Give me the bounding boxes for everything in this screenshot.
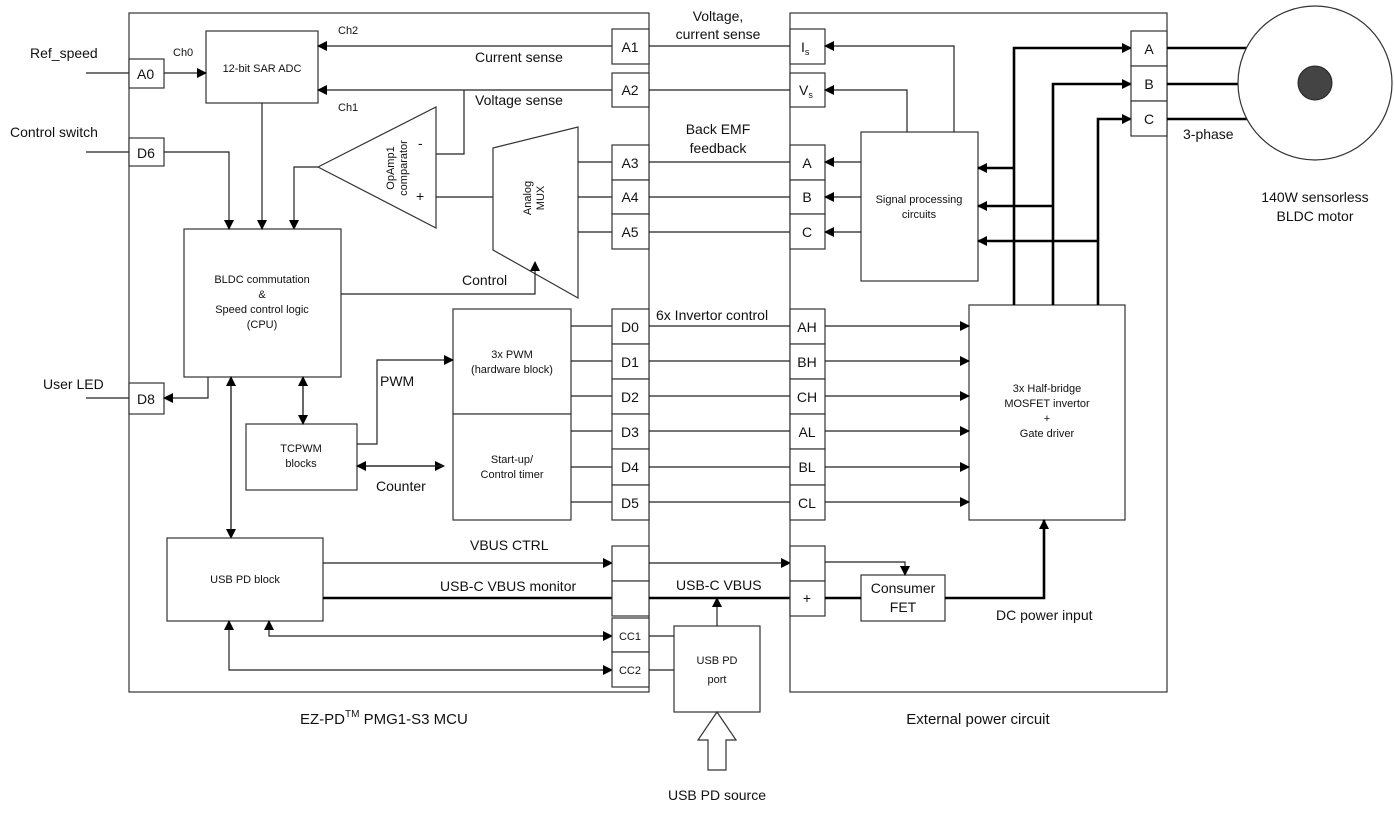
svg-text:Voltage,current sense: Voltage, current sense bbox=[676, 8, 761, 42]
svg-text:Control: Control bbox=[462, 272, 507, 288]
svg-text:PWM: PWM bbox=[380, 373, 414, 389]
svg-text:D4: D4 bbox=[621, 459, 639, 475]
svg-text:A: A bbox=[802, 155, 812, 171]
svg-text:C: C bbox=[802, 224, 812, 240]
svg-text:D2: D2 bbox=[621, 389, 639, 405]
svg-text:Ch0: Ch0 bbox=[173, 47, 193, 59]
mcu-title: EZ-PDTM PMG1-S3 MCU bbox=[300, 709, 468, 728]
svg-text:3-phase: 3-phase bbox=[1183, 126, 1234, 142]
svg-text:A2: A2 bbox=[621, 82, 638, 98]
pwm-block bbox=[452, 308, 572, 415]
bldc-control-block bbox=[183, 228, 342, 378]
svg-text:+: + bbox=[416, 188, 424, 204]
svg-text:Back EMFfeedback: Back EMF feedback bbox=[686, 121, 751, 156]
motor-shaft bbox=[1297, 65, 1333, 101]
svg-text:12-bit SAR ADC: 12-bit SAR ADC bbox=[223, 63, 302, 75]
svg-text:6x Invertor control: 6x Invertor control bbox=[656, 307, 768, 323]
svg-text:Voltage sense: Voltage sense bbox=[475, 92, 563, 108]
svg-text:A: A bbox=[1144, 41, 1154, 57]
tcpwm-block bbox=[245, 423, 358, 491]
svg-text:BH: BH bbox=[797, 354, 816, 370]
svg-text:B: B bbox=[802, 189, 811, 205]
svg-text:Ch2: Ch2 bbox=[338, 25, 358, 37]
external-title: External power circuit bbox=[906, 711, 1050, 728]
svg-text:USB PD block: USB PD block bbox=[210, 574, 280, 586]
svg-text:D5: D5 bbox=[621, 495, 639, 511]
control-switch-label: Control switch bbox=[10, 124, 98, 140]
svg-text:USB-C VBUS monitor: USB-C VBUS monitor bbox=[440, 578, 576, 594]
user-led-label: User LED bbox=[43, 376, 104, 392]
svg-text:A5: A5 bbox=[621, 224, 638, 240]
svg-text:A3: A3 bbox=[621, 155, 638, 171]
svg-text:140W sensorlessBLDC motor: 140W sensorless BLDC motor bbox=[1261, 189, 1368, 224]
svg-text:D8: D8 bbox=[137, 391, 155, 407]
svg-text:VBUS CTRL: VBUS CTRL bbox=[470, 537, 549, 553]
svg-text:USB-C VBUS: USB-C VBUS bbox=[676, 577, 762, 593]
svg-text:D1: D1 bbox=[621, 354, 639, 370]
svg-text:CC2: CC2 bbox=[619, 665, 641, 677]
usb-pd-port bbox=[673, 625, 761, 713]
svg-text:OpAmp1comparator: OpAmp1comparator bbox=[385, 140, 410, 196]
svg-text:C: C bbox=[1144, 111, 1154, 127]
svg-text:B: B bbox=[1144, 76, 1153, 92]
svg-text:D6: D6 bbox=[137, 145, 155, 161]
svg-text:AnalogMUX: AnalogMUX bbox=[522, 181, 547, 215]
svg-text:Ch1: Ch1 bbox=[338, 102, 358, 114]
svg-text:CL: CL bbox=[798, 495, 816, 511]
svg-text:CC1: CC1 bbox=[619, 631, 641, 643]
svg-text:AH: AH bbox=[797, 319, 816, 335]
signal-processing-block bbox=[860, 131, 979, 282]
svg-text:D0: D0 bbox=[621, 319, 639, 335]
svg-text:USB PD source: USB PD source bbox=[668, 787, 766, 803]
svg-text:+: + bbox=[803, 590, 811, 606]
startup-timer-block bbox=[452, 413, 572, 521]
svg-text:DC power input: DC power input bbox=[996, 607, 1093, 623]
svg-text:A0: A0 bbox=[137, 66, 154, 82]
ref-speed-label: Ref_speed bbox=[30, 45, 98, 61]
svg-text:-: - bbox=[418, 135, 423, 151]
motor-pins: A B C bbox=[1130, 30, 1168, 137]
bldc-block-diagram: Ref_speed Control switch User LED A0 D6 … bbox=[10, 5, 1393, 803]
source-arrow bbox=[696, 710, 738, 771]
svg-text:A1: A1 bbox=[621, 39, 638, 55]
svg-text:AL: AL bbox=[798, 424, 815, 440]
svg-text:A4: A4 bbox=[621, 189, 638, 205]
svg-text:Current sense: Current sense bbox=[475, 49, 563, 65]
svg-text:CH: CH bbox=[797, 389, 817, 405]
svg-text:Counter: Counter bbox=[376, 478, 426, 494]
svg-text:D3: D3 bbox=[621, 424, 639, 440]
svg-text:BL: BL bbox=[798, 459, 815, 475]
